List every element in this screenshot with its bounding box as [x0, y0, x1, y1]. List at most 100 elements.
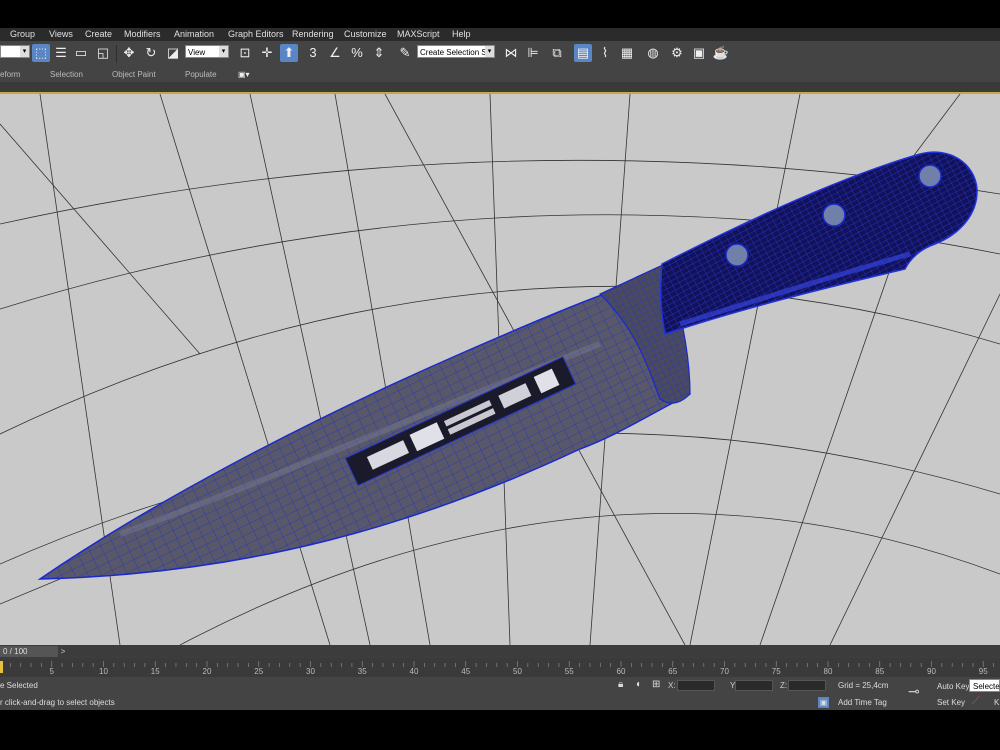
isolate-selection-icon[interactable]: ◐ — [636, 679, 642, 690]
percent-label: % — [351, 45, 363, 60]
menu-bar: Group Views Create Modifiers Animation G… — [0, 28, 1000, 41]
ribbon-options-icon[interactable]: ▣▾ — [238, 70, 250, 79]
rotate-icon[interactable]: ↻ — [142, 44, 160, 62]
handle-rivet — [725, 243, 749, 267]
layer-manager-icon[interactable]: ⧉ — [548, 44, 566, 62]
viewport-scene — [0, 94, 1000, 645]
lock-icon[interactable]: 🔒︎ — [618, 679, 623, 690]
key-filters-label: K — [994, 698, 1000, 707]
chevron-down-icon: ▾ — [219, 46, 228, 57]
chevron-down-icon: ▾ — [20, 46, 29, 57]
rendered-frame-window-icon[interactable]: ▣ — [690, 44, 708, 62]
timeline-tick-label: 70 — [720, 667, 729, 676]
timeline-tick-label: 20 — [203, 667, 212, 676]
render-setup-icon[interactable]: ⚙ — [668, 44, 686, 62]
z-coordinate-field[interactable] — [788, 680, 826, 691]
timeline-tick-label: 55 — [565, 667, 574, 676]
material-editor-icon[interactable]: ◍ — [644, 44, 662, 62]
ribbon-tab-object-paint[interactable]: Object Paint — [112, 70, 156, 79]
menu-graph-editors[interactable]: Graph Editors — [228, 29, 284, 39]
timeline[interactable]: 5 10 15 20 25 30 35 40 45 50 55 60 65 70 75 80 85 90 95 — [0, 659, 1000, 677]
menu-group[interactable]: Group — [10, 29, 35, 39]
menu-views[interactable]: Views — [49, 29, 73, 39]
menu-customize[interactable]: Customize — [344, 29, 387, 39]
ribbon-panel — [0, 82, 1000, 94]
timeline-tick-label: 10 — [99, 667, 108, 676]
letterbox-bottom — [0, 710, 1000, 750]
set-key-icon[interactable]: ⟋ — [972, 695, 980, 708]
reference-coordinate-dropdown[interactable]: View ▾ — [185, 45, 229, 58]
timeline-tick-label: 95 — [979, 667, 988, 676]
snaps-toggle-button[interactable]: 3 — [304, 44, 322, 62]
perspective-viewport[interactable] — [0, 94, 1000, 645]
menu-create[interactable]: Create — [85, 29, 112, 39]
prompt-line: r click-and-drag to select objects — [0, 698, 115, 707]
timeline-tick-label: 80 — [824, 667, 833, 676]
scale-icon[interactable]: ◪ — [164, 44, 182, 62]
pivot-center-button[interactable]: ⊡ — [236, 44, 254, 62]
select-object-button[interactable]: ⬚ — [32, 44, 50, 62]
frame-counter[interactable]: 0 / 100 — [0, 646, 58, 657]
align-icon[interactable]: ⊫ — [524, 44, 542, 62]
menu-animation[interactable]: Animation — [174, 29, 214, 39]
timeline-tick-label: 25 — [254, 667, 263, 676]
timeline-tick-label: 50 — [513, 667, 522, 676]
current-frame-marker[interactable] — [0, 661, 3, 673]
keyboard-shortcut-override-button[interactable]: ⬆ — [280, 44, 298, 62]
percent-snap-button[interactable]: % — [348, 44, 366, 62]
timeline-tick-label: 30 — [306, 667, 315, 676]
handle-rivet — [822, 203, 846, 227]
time-tag-icon[interactable]: ▣ — [818, 697, 829, 708]
ribbon-tab-selection[interactable]: Selection — [50, 70, 83, 79]
y-coordinate-field[interactable] — [735, 680, 773, 691]
edit-named-selection-icon[interactable]: ✎ — [396, 44, 414, 62]
next-frame-button[interactable]: > — [58, 646, 68, 657]
rectangular-selection-button[interactable]: ▭ — [72, 44, 90, 62]
window-crossing-button[interactable]: ◱ — [94, 44, 112, 62]
ribbon-tab-freeform[interactable]: eform — [0, 70, 20, 79]
ribbon-tab-populate[interactable]: Populate — [185, 70, 217, 79]
select-manipulate-icon[interactable]: ✛ — [258, 44, 276, 62]
main-toolbar: ▾ ⬚ ☰ ▭ ◱ ✥ ↻ ◪ View ▾ ⊡ ✛ ⬆ 3 ∠ % ⇕ ✎ Cr… — [0, 41, 1000, 68]
timeline-tick-label: 90 — [927, 667, 936, 676]
timeline-tick-label: 60 — [617, 667, 626, 676]
ribbon: eform Selection Object Paint Populate ▣▾ — [0, 67, 1000, 82]
timeline-tick-label: 65 — [668, 667, 677, 676]
angle-snap-icon[interactable]: ∠ — [326, 44, 344, 62]
toolbar-divider — [116, 45, 117, 63]
timeline-ruler: 5 10 15 20 25 30 35 40 45 50 55 60 65 70 75 80 85 90 95 — [0, 661, 994, 676]
timeline-tick-label: 45 — [461, 667, 470, 676]
x-coordinate-field[interactable] — [677, 680, 715, 691]
move-icon[interactable]: ✥ — [120, 44, 138, 62]
time-slider[interactable]: 0 / 100 > — [0, 645, 1000, 659]
named-selection-set-dropdown[interactable]: Create Selection Se ▾ — [417, 45, 495, 58]
key-icon[interactable]: ⊸ — [908, 683, 920, 700]
key-filter-dropdown[interactable]: Selected — [969, 679, 1000, 692]
curve-editor-icon[interactable]: ⌇ — [596, 44, 614, 62]
toggle-ribbon-button[interactable]: ▤ — [574, 44, 592, 62]
timeline-tick-label: 75 — [772, 667, 781, 676]
render-production-icon[interactable]: ☕ — [712, 44, 730, 62]
select-by-name-button[interactable]: ☰ — [52, 44, 70, 62]
timeline-tick-label: 85 — [875, 667, 884, 676]
timeline-tick-label: 40 — [410, 667, 419, 676]
selection-filter-dropdown[interactable]: ▾ — [0, 45, 30, 58]
menu-maxscript[interactable]: MAXScript — [397, 29, 440, 39]
timeline-tick-label: 15 — [151, 667, 160, 676]
spinner-snap-icon[interactable]: ⇕ — [370, 44, 388, 62]
menu-help[interactable]: Help — [452, 29, 471, 39]
menu-modifiers[interactable]: Modifiers — [124, 29, 161, 39]
absolute-mode-icon[interactable]: ⊞ — [652, 679, 660, 690]
mirror-icon[interactable]: ⋈ — [502, 44, 520, 62]
reference-coordinate-value: View — [188, 48, 206, 57]
chevron-down-icon: ▾ — [485, 46, 494, 57]
set-key-button[interactable]: Set Key — [934, 696, 968, 709]
handle-rivet — [918, 164, 942, 188]
grid-size: Grid = 25,4cm — [838, 681, 889, 690]
auto-key-button[interactable]: Auto Key — [934, 680, 972, 693]
schematic-view-icon[interactable]: ▦ — [618, 44, 636, 62]
z-label: Z: — [780, 681, 788, 690]
add-time-tag-button[interactable]: Add Time Tag — [838, 698, 887, 707]
timeline-tick-label: 5 — [50, 667, 55, 676]
menu-rendering[interactable]: Rendering — [292, 29, 334, 39]
